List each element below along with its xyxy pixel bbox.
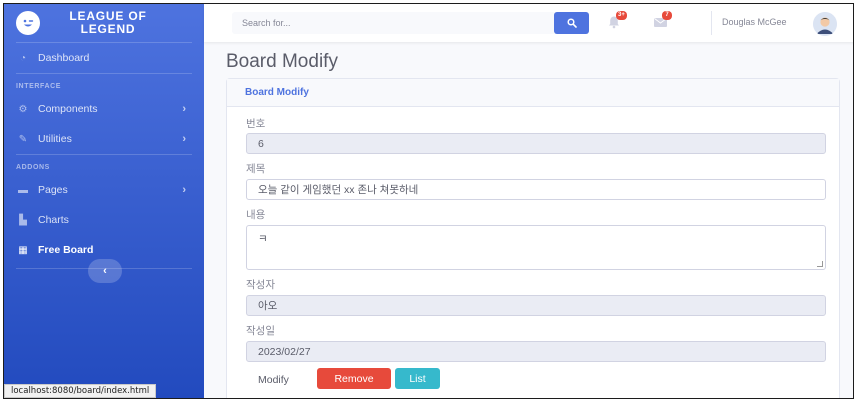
card-title: Board Modify bbox=[245, 87, 309, 98]
chart-area-icon: ▙ bbox=[19, 214, 27, 226]
wrench-icon: ✎ bbox=[18, 133, 28, 145]
number-value: 6 bbox=[258, 137, 264, 150]
content-textarea[interactable]: ㅋ bbox=[246, 225, 826, 270]
messages-dropdown[interactable]: 7 bbox=[653, 11, 672, 29]
page-title: Board Modify bbox=[226, 51, 338, 72]
writer-field: 아오 bbox=[246, 295, 826, 316]
sidebar-item-label: Components bbox=[38, 103, 98, 115]
modify-button[interactable]: Modify bbox=[258, 374, 289, 386]
sidebar-item-charts[interactable]: ▙ Charts bbox=[4, 205, 204, 235]
sidebar-item-label: Free Board bbox=[38, 244, 94, 256]
sidebar-item-label: Utilities bbox=[38, 133, 72, 145]
brand-name: LEAGUE OF LEGEND bbox=[58, 10, 158, 36]
date-label: 작성일 bbox=[246, 325, 275, 337]
search-button[interactable] bbox=[554, 12, 589, 34]
folder-icon: ▬ bbox=[18, 184, 28, 196]
avatar[interactable] bbox=[813, 12, 837, 36]
sidebar-item-label: Dashboard bbox=[38, 52, 90, 64]
sidebar-item-dashboard[interactable]: ◔ Dashboard bbox=[4, 43, 204, 73]
status-bar-url: localhost:8080/board/index.html bbox=[4, 384, 157, 398]
sidebar-item-label: Charts bbox=[38, 214, 69, 226]
sidebar-item-pages[interactable]: ▬ Pages › bbox=[4, 175, 204, 205]
list-button[interactable]: List bbox=[395, 368, 440, 389]
sidebar-divider bbox=[16, 73, 192, 74]
resize-handle[interactable] bbox=[817, 261, 823, 267]
sidebar: LEAGUE OF LEGEND ◔ Dashboard INTERFACE ⚙… bbox=[4, 4, 204, 398]
sidebar-heading-interface: INTERFACE bbox=[16, 82, 62, 90]
remove-button[interactable]: Remove bbox=[317, 368, 391, 389]
date-value: 2023/02/27 bbox=[258, 345, 311, 358]
card-header: Board Modify bbox=[227, 79, 839, 107]
alerts-dropdown[interactable]: 3+ bbox=[607, 11, 627, 29]
table-icon: ▦ bbox=[18, 244, 28, 256]
number-label: 번호 bbox=[246, 118, 266, 130]
title-input[interactable]: 오늘 같이 게임했던 xx 존나 쳐못하네 bbox=[246, 179, 826, 200]
brand-line-2: LEGEND bbox=[80, 22, 136, 36]
sidebar-item-components[interactable]: ⚙ Components › bbox=[4, 94, 204, 124]
title-label: 제목 bbox=[246, 163, 266, 175]
user-avatar-icon bbox=[813, 12, 837, 36]
date-field: 2023/02/27 bbox=[246, 341, 826, 362]
content-label: 내용 bbox=[246, 209, 266, 221]
sidebar-divider bbox=[16, 154, 192, 155]
number-field: 6 bbox=[246, 133, 826, 154]
search-icon bbox=[566, 18, 577, 28]
writer-value: 아오 bbox=[258, 300, 278, 312]
app-frame: LEAGUE OF LEGEND ◔ Dashboard INTERFACE ⚙… bbox=[3, 3, 854, 399]
cog-icon: ⚙ bbox=[18, 103, 28, 115]
chevron-right-icon: › bbox=[182, 133, 186, 145]
title-value: 오늘 같이 게임했던 xx 존나 쳐못하네 bbox=[258, 184, 419, 196]
topbar: 3+ 7 Douglas McGee bbox=[204, 4, 853, 42]
user-name[interactable]: Douglas McGee bbox=[722, 17, 787, 27]
tachometer-icon: ◔ bbox=[19, 52, 27, 64]
topbar-divider bbox=[711, 11, 712, 35]
chevron-right-icon: › bbox=[182, 103, 186, 115]
messages-counter-badge: 7 bbox=[662, 11, 672, 20]
sidebar-item-utilities[interactable]: ✎ Utilities › bbox=[4, 124, 204, 154]
chevron-right-icon: › bbox=[182, 184, 186, 196]
laugh-wink-icon bbox=[16, 11, 40, 35]
content-value: ㅋ bbox=[258, 233, 268, 245]
sidebar-toggle-button[interactable]: ‹ bbox=[88, 259, 122, 283]
sidebar-heading-addons: ADDONS bbox=[16, 163, 50, 171]
alerts-counter-badge: 3+ bbox=[616, 11, 627, 20]
chevron-left-icon: ‹ bbox=[103, 265, 107, 277]
sidebar-item-label: Pages bbox=[38, 184, 68, 196]
topbar-search bbox=[232, 12, 589, 34]
writer-label: 작성자 bbox=[246, 279, 275, 291]
sidebar-brand[interactable]: LEAGUE OF LEGEND bbox=[4, 4, 204, 42]
board-modify-card: Board Modify 번호 6 제목 오늘 같이 게임했던 xx 존나 쳐못… bbox=[226, 78, 840, 398]
search-input[interactable] bbox=[232, 12, 553, 34]
